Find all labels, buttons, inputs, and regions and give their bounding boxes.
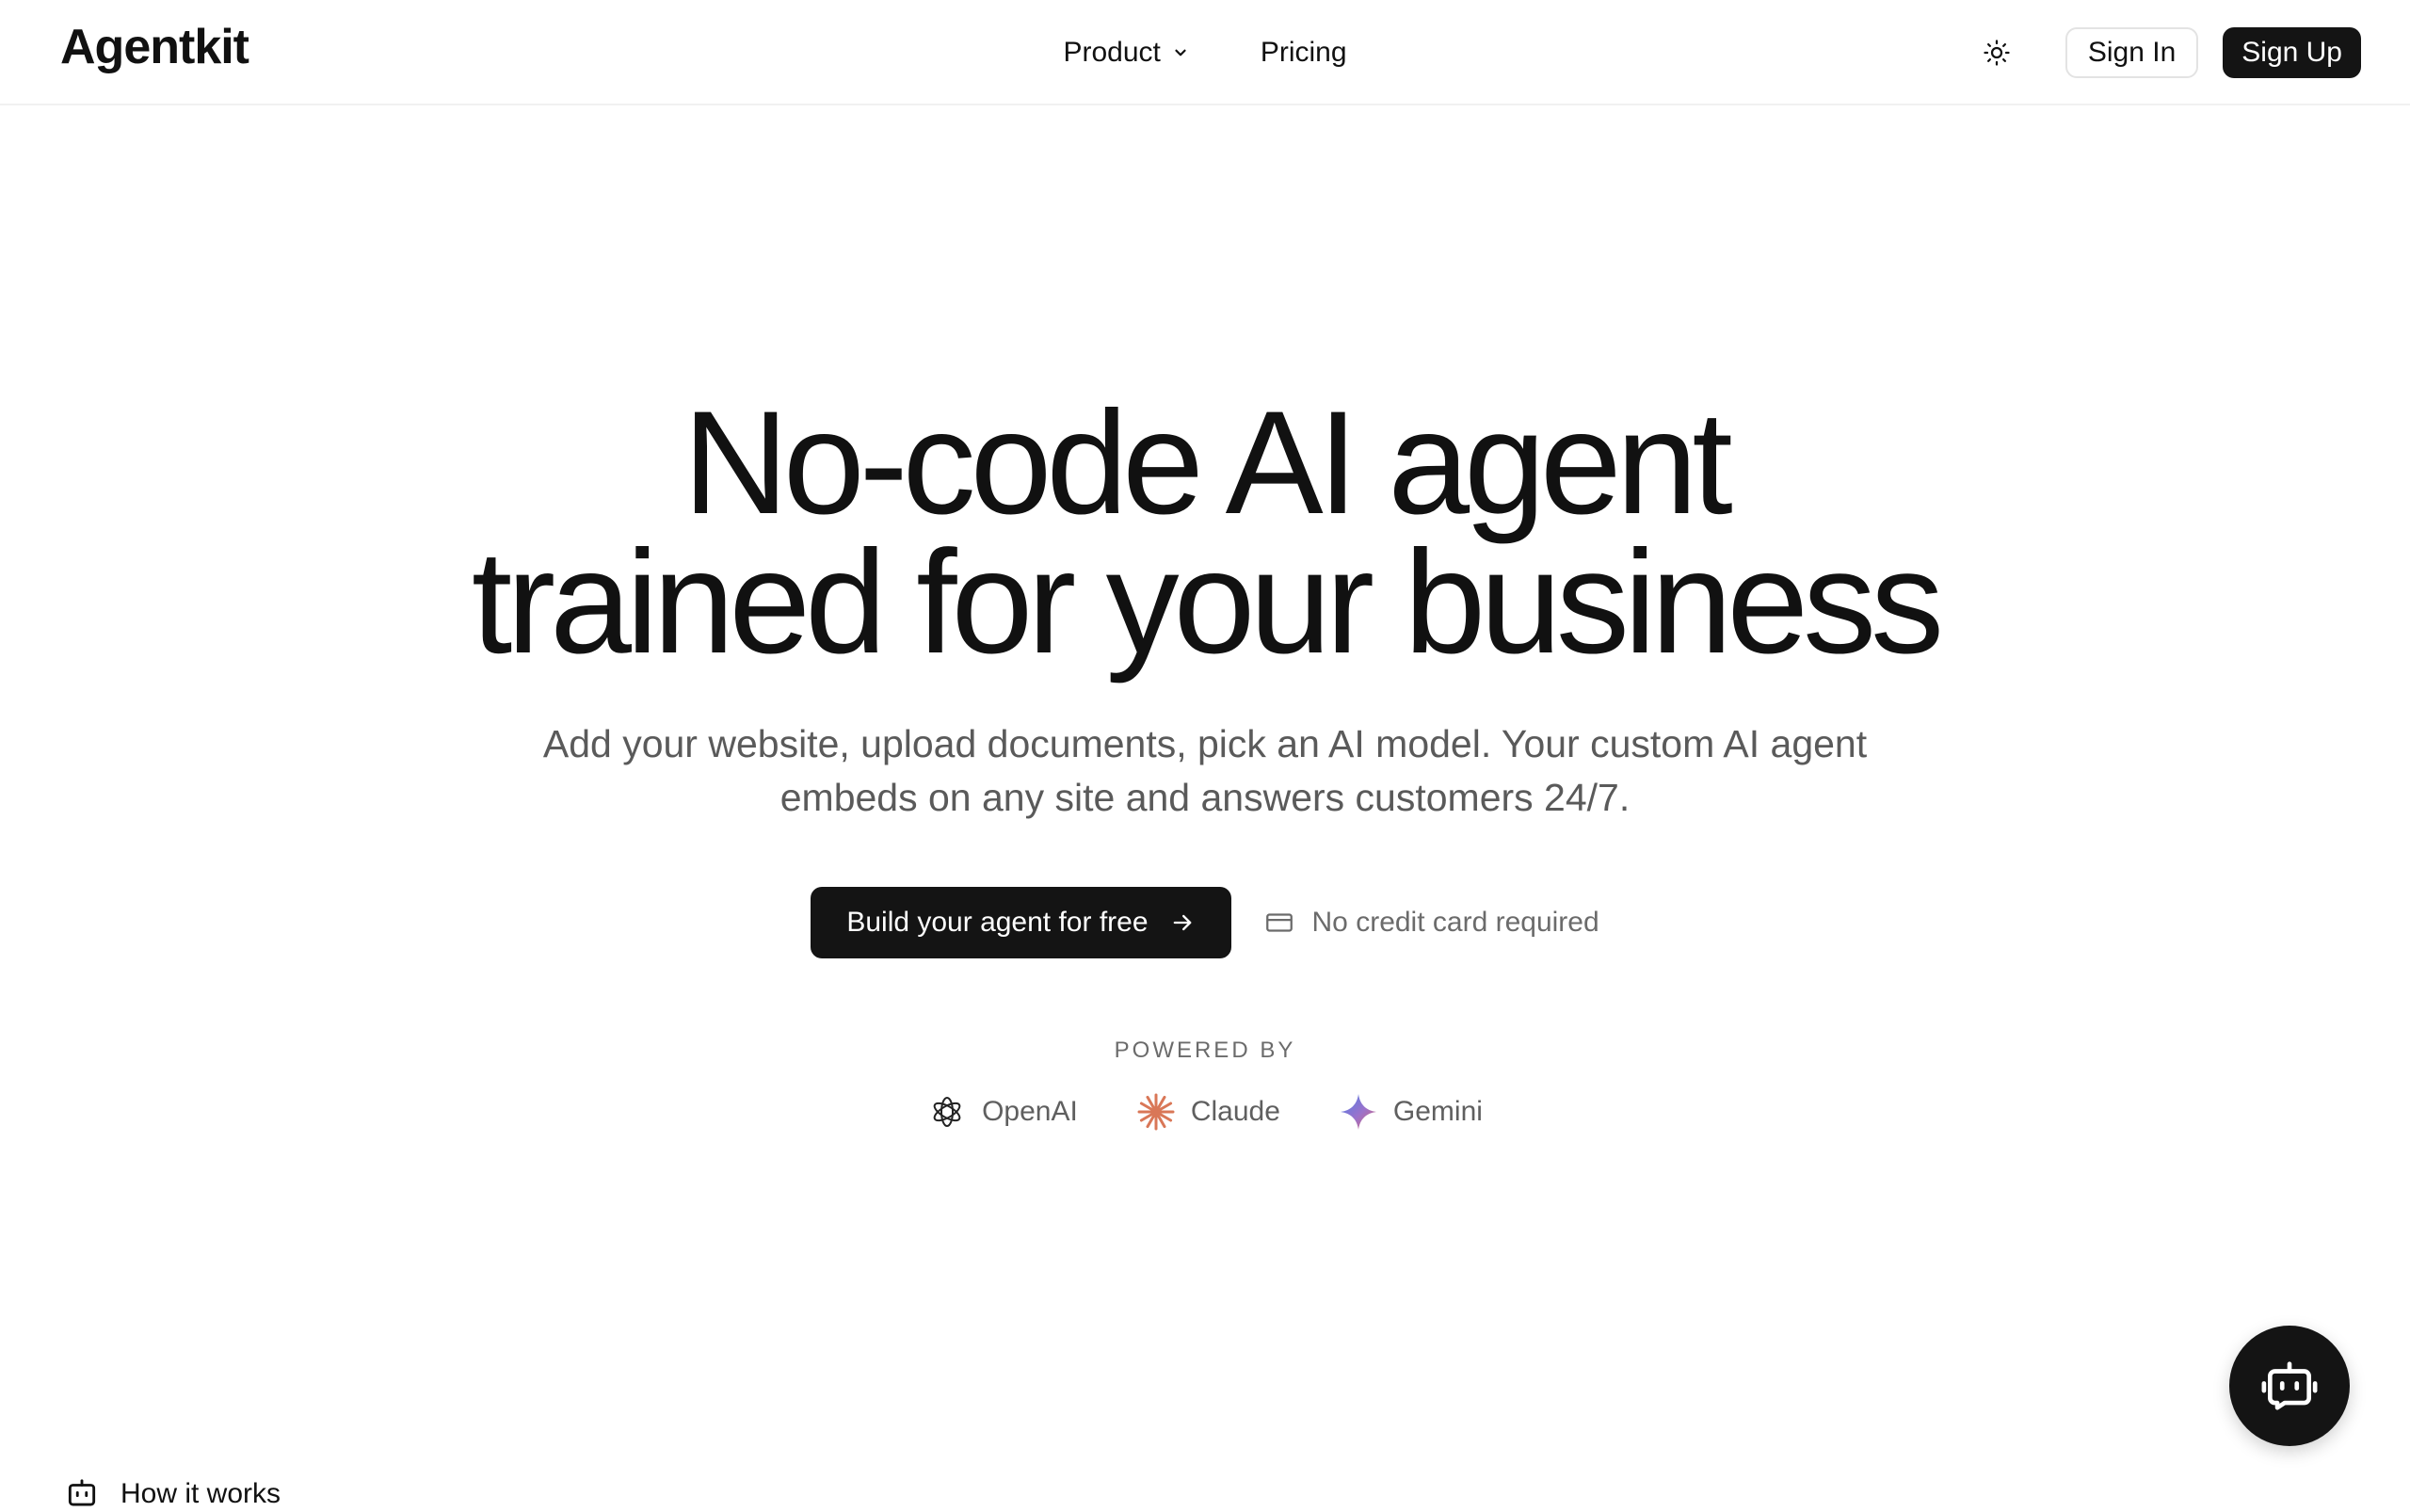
nav-item-pricing[interactable]: Pricing	[1261, 37, 1347, 69]
site-header: Agentkit Product Pricing Sign In Sign Up	[0, 0, 2410, 105]
chat-widget-button[interactable]	[2229, 1326, 2350, 1446]
theme-toggle-button[interactable]	[1971, 27, 2022, 78]
provider-openai: OpenAI	[927, 1092, 1078, 1132]
no-credit-card-text: No credit card required	[1311, 907, 1599, 938]
hero-title: No-code AI agent trained for your busine…	[0, 381, 2410, 684]
openai-icon	[933, 1097, 961, 1127]
provider-gemini: Gemini	[1339, 1092, 1483, 1132]
header-actions: Sign In Sign Up	[1971, 27, 2361, 78]
nav-item-label: Pricing	[1260, 37, 1347, 68]
provider-name: OpenAI	[982, 1096, 1078, 1127]
hero-subtitle-line2: embeds on any site and answers customers…	[779, 776, 1631, 819]
cta-row: Build your agent for free No credit card…	[0, 887, 2410, 958]
sun-icon	[1984, 40, 2010, 66]
claude-icon	[1137, 1093, 1175, 1131]
bot-icon	[68, 1479, 96, 1506]
provider-name: Claude	[1190, 1096, 1280, 1127]
nav-item-label: Product	[1063, 37, 1161, 68]
how-it-works-label: How it works	[120, 1478, 281, 1509]
build-agent-button[interactable]: Build your agent for free	[811, 887, 1231, 958]
provider-name: Gemini	[1392, 1096, 1483, 1127]
how-it-works-heading: How it works	[64, 1476, 281, 1512]
hero-subtitle: Add your website, upload documents, pick…	[452, 717, 1958, 825]
hero-title-line2: trained for your business	[471, 521, 1944, 684]
no-credit-card-note: No credit card required	[1263, 907, 1599, 939]
credit-card-icon	[1265, 913, 1293, 932]
provider-claude: Claude	[1136, 1092, 1280, 1132]
gemini-icon	[1340, 1094, 1376, 1130]
sign-up-button[interactable]: Sign Up	[2223, 27, 2361, 78]
chevron-down-icon	[1175, 49, 1186, 56]
logo[interactable]: Agentkit	[60, 19, 249, 75]
arrow-right-icon	[1173, 914, 1191, 931]
nav-item-product[interactable]: Product	[1063, 37, 1188, 69]
hero-subtitle-line1: Add your website, upload documents, pick…	[542, 722, 1868, 765]
powered-by-label: POWERED BY	[1114, 1037, 1296, 1063]
sign-in-button[interactable]: Sign In	[2065, 27, 2199, 78]
provider-list: OpenAI Claude Gemini	[0, 1092, 2410, 1132]
hero-title-line1: No-code AI agent	[683, 381, 1733, 545]
build-agent-label: Build your agent for free	[846, 907, 1149, 938]
bot-icon	[2261, 1361, 2318, 1410]
